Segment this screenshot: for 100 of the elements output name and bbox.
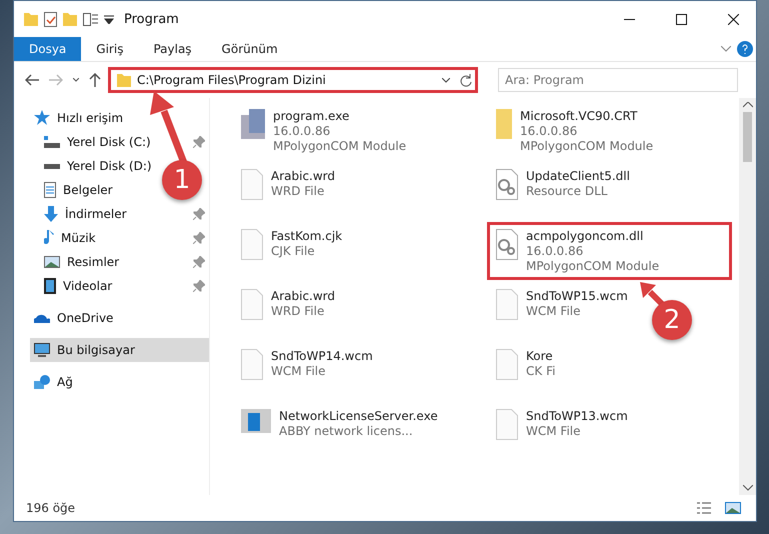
sidebar-item[interactable]: Videolar xyxy=(40,274,116,298)
file-detail: 16.0.0.86 xyxy=(273,124,332,139)
selected-file-tile[interactable]: acmpolygoncom.dll 16.0.0.86 MPolygonCOM Module xyxy=(487,222,732,280)
download-arrow-icon xyxy=(44,206,58,222)
cloud-icon xyxy=(34,313,50,323)
file-detail: WCM File xyxy=(271,364,326,379)
file-detail: MPolygonCOM Module xyxy=(273,139,406,154)
scrollbar[interactable] xyxy=(739,98,756,495)
chevron-down-icon xyxy=(73,78,79,82)
network-icon xyxy=(34,375,50,389)
sidebar-item[interactable]: Müzik xyxy=(40,226,100,250)
folder-icon xyxy=(117,74,131,86)
blank-file-icon xyxy=(241,289,263,320)
folder-icon xyxy=(63,12,77,26)
chevron-down-icon xyxy=(742,485,752,491)
file-detail: WCM File xyxy=(526,304,582,319)
sidebar-item[interactable]: Resimler xyxy=(40,250,124,274)
file-name[interactable]: Microsoft.VC90.CRT xyxy=(520,109,654,124)
folder-icon xyxy=(24,12,38,26)
file-detail: ABBY network licens... xyxy=(279,424,414,439)
computer-icon xyxy=(34,343,50,357)
file-detail: CJK File xyxy=(271,244,316,259)
address-path: C:\Program Files\Program Dizini xyxy=(137,73,327,87)
drive-icon xyxy=(44,136,60,148)
dropdown-icon xyxy=(104,14,114,24)
chevron-up-icon xyxy=(742,102,752,108)
sidebar-item[interactable]: Ağ xyxy=(30,370,77,394)
pin-icon xyxy=(193,256,205,268)
file-name[interactable]: program.exe xyxy=(273,109,406,124)
file-name[interactable]: SndToWP14.wcm xyxy=(271,349,373,364)
file-name[interactable]: Kore xyxy=(526,349,556,364)
pin-icon xyxy=(193,136,205,148)
refresh-icon xyxy=(459,74,472,86)
sidebar-item[interactable]: Belgeler xyxy=(40,178,117,202)
file-name[interactable]: acmpolygoncom.dll xyxy=(526,229,660,244)
file-name[interactable]: Arabic.wrd xyxy=(271,169,336,184)
item-count: 196 öğe xyxy=(26,501,76,515)
minimize-icon xyxy=(624,18,634,20)
chevron-down-icon xyxy=(721,46,731,52)
sidebar-item[interactable]: Bu bilgisayar xyxy=(30,338,209,362)
pin-icon xyxy=(193,208,205,220)
address-bar[interactable]: C:\Program Files\Program Dizini xyxy=(108,67,478,93)
help-icon xyxy=(737,41,753,57)
file-name[interactable]: Arabic.wrd xyxy=(271,289,336,304)
blank-file-icon xyxy=(241,169,263,200)
document-icon xyxy=(44,182,56,198)
file-name[interactable]: FastKom.cjk xyxy=(271,229,342,244)
arrow-up-icon xyxy=(89,73,101,87)
sidebar-item[interactable]: İndirmeler xyxy=(40,202,131,226)
ribbon-tab[interactable]: Paylaş xyxy=(138,37,207,61)
maximize-icon xyxy=(676,14,686,24)
file-name[interactable]: UpdateClient5.dll xyxy=(526,169,630,184)
properties-icon xyxy=(83,12,98,26)
star-icon xyxy=(34,110,50,126)
picture-icon xyxy=(44,256,60,268)
file-detail: 16.0.0.86 xyxy=(526,244,584,259)
gear-file-icon xyxy=(496,169,518,200)
close-icon xyxy=(728,14,738,24)
gear-file-icon xyxy=(496,229,518,260)
picture-icon xyxy=(725,502,741,514)
pin-icon xyxy=(193,232,205,244)
blank-file-icon xyxy=(241,349,263,380)
file-detail: MPolygonCOM Module xyxy=(526,259,660,274)
ribbon-tab[interactable]: Giriş xyxy=(81,37,138,61)
file-detail: 16.0.0.86 xyxy=(520,124,578,139)
film-icon xyxy=(44,278,56,294)
file-name[interactable]: SndToWP15.wcm xyxy=(526,289,628,304)
tiles-view-button[interactable] xyxy=(722,499,744,517)
sidebar-item[interactable]: Yerel Disk (C:) xyxy=(40,130,155,154)
file-detail: WRD File xyxy=(271,184,326,199)
sidebar-item[interactable]: Hızlı erişim xyxy=(30,106,128,130)
program-icon xyxy=(241,109,265,139)
file-name[interactable]: SndToWP13.wcm xyxy=(526,409,628,424)
ribbon-tab[interactable]: Görünüm xyxy=(206,37,293,61)
file-detail: WCM File xyxy=(526,424,582,439)
blank-file-icon xyxy=(496,349,518,380)
folder-document-icon xyxy=(496,109,512,139)
drive-icon xyxy=(44,164,60,168)
music-note-icon xyxy=(44,230,54,246)
blank-file-icon xyxy=(496,409,518,440)
search-field[interactable]: Ara: Program xyxy=(498,68,738,92)
sidebar-item[interactable]: Yerel Disk (D:) xyxy=(40,154,156,178)
list-icon xyxy=(697,502,711,514)
file-detail: MPolygonCOM Module xyxy=(520,139,654,154)
arrow-left-icon xyxy=(25,74,39,86)
file-detail: Resource DLL xyxy=(526,184,608,199)
sidebar-item[interactable]: OneDrive xyxy=(30,306,118,330)
window-icon xyxy=(241,409,271,433)
arrow-right-icon xyxy=(49,74,63,86)
checklist-icon xyxy=(44,12,57,26)
file-detail: CK Fi xyxy=(526,364,556,379)
file-detail: WRD File xyxy=(271,304,326,319)
pin-icon xyxy=(193,280,205,292)
chevron-down-icon xyxy=(442,78,450,82)
blank-file-icon xyxy=(496,289,518,320)
scroll-thumb[interactable] xyxy=(743,112,752,162)
ribbon-tab[interactable]: Dosya xyxy=(14,37,82,61)
file-name[interactable]: NetworkLicenseServer.exe xyxy=(279,409,438,424)
window-title: Program xyxy=(124,12,179,26)
blank-file-icon xyxy=(241,229,263,260)
